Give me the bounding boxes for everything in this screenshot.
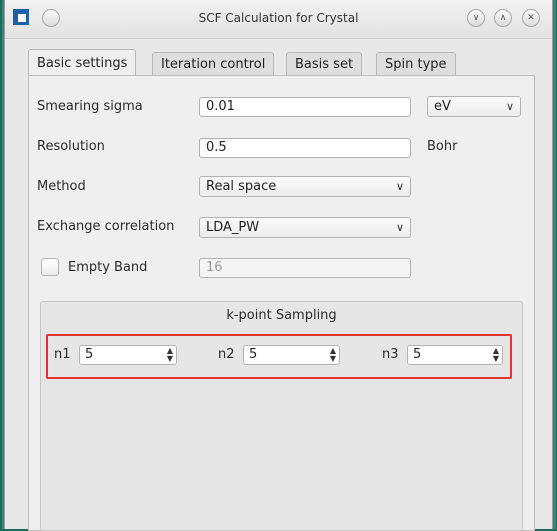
empty-band-checkbox[interactable] bbox=[41, 258, 59, 276]
chevron-down-icon: ∨ bbox=[472, 13, 480, 23]
chevron-down-icon: ∨ bbox=[505, 100, 514, 113]
close-icon: ✕ bbox=[527, 13, 535, 23]
chevron-down-icon: ∨ bbox=[395, 180, 404, 193]
smearing-sigma-label: Smearing sigma bbox=[37, 99, 143, 114]
method-select[interactable]: Real space ∨ bbox=[199, 176, 411, 197]
tab-iteration-control[interactable]: Iteration control bbox=[152, 52, 275, 76]
empty-band-label: Empty Band bbox=[68, 260, 148, 275]
kpoint-sampling-title: k-point Sampling bbox=[226, 308, 337, 323]
smearing-unit-select[interactable]: eV ∨ bbox=[427, 96, 521, 117]
resolution-label: Resolution bbox=[37, 139, 105, 154]
minimize-button[interactable]: ∨ bbox=[467, 9, 485, 27]
empty-band-input: 16 bbox=[199, 258, 411, 278]
maximize-button[interactable]: ∧ bbox=[494, 9, 512, 27]
highlight-annotation bbox=[46, 334, 512, 379]
exchange-correlation-value: LDA_PW bbox=[206, 220, 260, 235]
close-button[interactable]: ✕ bbox=[522, 9, 540, 27]
smearing-unit-value: eV bbox=[434, 99, 451, 114]
method-label: Method bbox=[37, 179, 86, 194]
desktop-stripe bbox=[553, 0, 556, 529]
exchange-correlation-label: Exchange correlation bbox=[37, 219, 175, 234]
exchange-correlation-select[interactable]: LDA_PW ∨ bbox=[199, 217, 411, 238]
tab-basis-set[interactable]: Basis set bbox=[286, 52, 363, 76]
chevron-up-icon: ∧ bbox=[499, 13, 507, 23]
resolution-input[interactable]: 0.5 bbox=[199, 138, 411, 158]
title-bar[interactable]: SCF Calculation for Crystal ∨ ∧ ✕ bbox=[5, 0, 552, 39]
tab-basic-settings[interactable]: Basic settings bbox=[28, 49, 137, 77]
method-value: Real space bbox=[206, 179, 277, 194]
smearing-sigma-input[interactable]: 0.01 bbox=[199, 97, 411, 117]
resolution-unit: Bohr bbox=[427, 139, 458, 154]
chevron-down-icon: ∨ bbox=[395, 221, 404, 234]
tab-spin-type[interactable]: Spin type bbox=[376, 52, 456, 76]
